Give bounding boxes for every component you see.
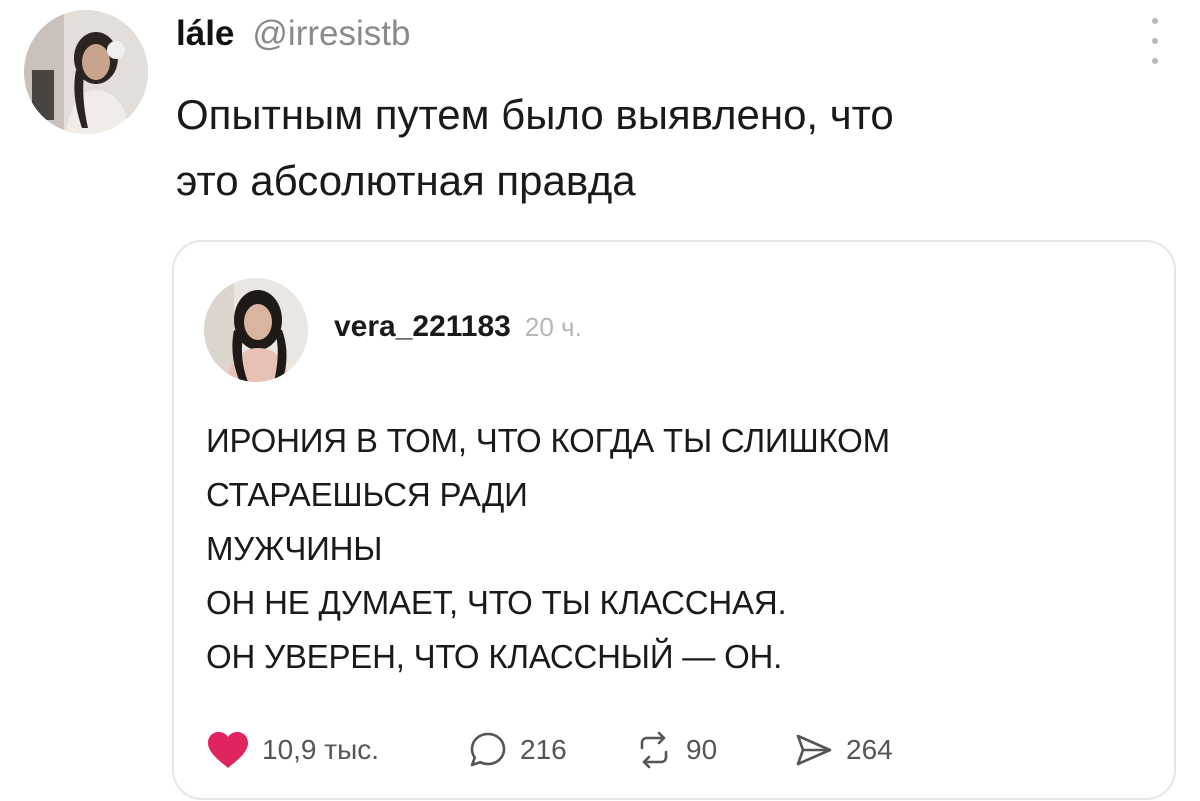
quoted-text-line: ИРОНИЯ В ТОМ, ЧТО КОГДА ТЫ СЛИШКОМ [206, 422, 890, 459]
quoted-post-text: ИРОНИЯ В ТОМ, ЧТО КОГДА ТЫ СЛИШКОМ СТАРА… [206, 414, 1146, 684]
author-display-name[interactable]: lále [176, 14, 234, 54]
quoted-text-line: СТАРАЕШЬСЯ РАДИ [206, 476, 528, 513]
tweet-header: lále @irresistb [176, 14, 410, 64]
quoted-author-avatar[interactable] [204, 278, 308, 382]
quoted-post-header: vera_221183 20 ч. [334, 310, 582, 344]
quoted-text-line: ОН УВЕРЕН, ЧТО КЛАССНЫЙ — ОН. [206, 638, 783, 675]
tweet-text: Опытным путем было выявлено, что это абс… [176, 82, 1136, 214]
tweet: lále @irresistb Опытным путем было выявл… [0, 0, 1200, 801]
tweet-text-line: это абсолютная правда [176, 157, 636, 204]
quoted-author-avatar-image [204, 278, 308, 382]
share-button[interactable]: 264 [794, 726, 893, 774]
author-avatar-image [24, 10, 148, 134]
quoted-post-actions: 10,9 тыс. 216 90 264 [206, 726, 1106, 774]
quoted-text-line: МУЖЧИНЫ [206, 530, 383, 567]
comment-bubble-icon [470, 732, 506, 767]
repost-count: 90 [686, 734, 718, 765]
quoted-text-line: ОН НЕ ДУМАЕТ, ЧТО ТЫ КЛАССНАЯ. [206, 584, 787, 621]
quoted-post-time: 20 ч. [524, 312, 582, 342]
quoted-author-username[interactable]: vera_221183 [334, 310, 511, 344]
send-icon [796, 734, 832, 766]
tweet-text-line: Опытным путем было выявлено, что [176, 91, 894, 138]
comment-count: 216 [520, 734, 567, 765]
quoted-post-card[interactable]: vera_221183 20 ч. ИРОНИЯ В ТОМ, ЧТО КОГД… [172, 240, 1176, 800]
share-count: 264 [846, 734, 893, 765]
heart-icon [208, 732, 248, 768]
author-handle[interactable]: @irresistb [252, 14, 410, 54]
like-count: 10,9 тыс. [262, 734, 380, 765]
comment-button[interactable]: 216 [468, 726, 567, 774]
like-button[interactable]: 10,9 тыс. [206, 726, 379, 774]
repost-icon [640, 731, 668, 769]
repost-button[interactable]: 90 [634, 726, 717, 774]
more-vertical-icon[interactable] [1140, 18, 1170, 64]
author-avatar[interactable] [24, 10, 148, 134]
